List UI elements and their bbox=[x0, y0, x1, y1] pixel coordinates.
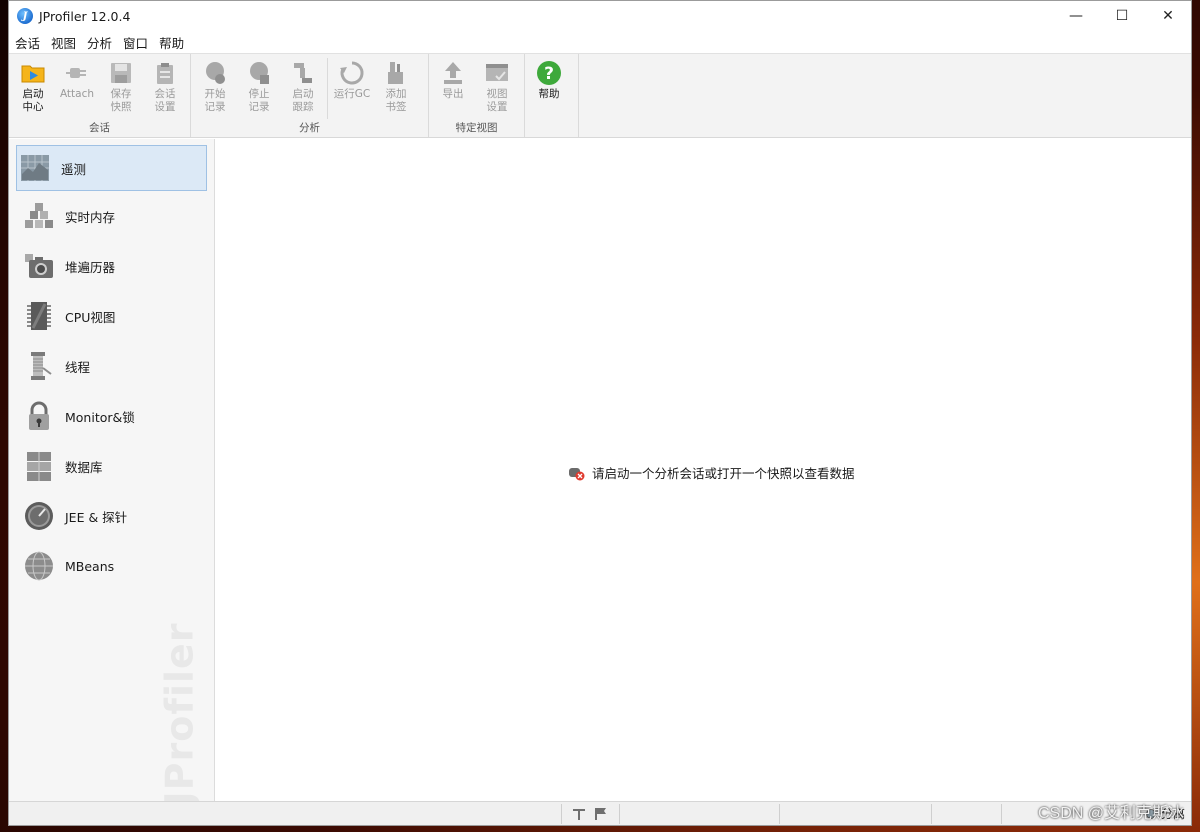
clipboard-settings-icon bbox=[152, 60, 178, 86]
bookmark-icon bbox=[383, 60, 409, 86]
jprofiler-app-icon: J bbox=[17, 8, 33, 24]
heap-walker-icon bbox=[23, 250, 55, 282]
record-start-icon bbox=[202, 60, 228, 86]
toolbar-group-label-view-specific: 特定视图 bbox=[455, 122, 498, 134]
toolbar-divider bbox=[327, 58, 328, 119]
telemetry-icon bbox=[19, 152, 51, 184]
maximize-button[interactable]: ☐ bbox=[1099, 1, 1145, 31]
probe-gauge-icon bbox=[23, 500, 55, 532]
menu-view[interactable]: 视图 bbox=[51, 33, 82, 52]
toolbar-group-view-specific: 导出 视图 设置 特定视图 bbox=[429, 54, 525, 137]
record-stop-icon bbox=[246, 60, 272, 86]
toolbar: 启动 中心 Attach 保存 快照 会话 设置 会话 开始 记录 停止 记录 … bbox=[9, 53, 1191, 138]
tracking-status-icon[interactable] bbox=[571, 806, 587, 822]
menu-session[interactable]: 会话 bbox=[15, 33, 46, 52]
toolbar-group-label-session: 会话 bbox=[89, 122, 110, 134]
status-icons bbox=[571, 806, 609, 822]
main-content-area: 请启动一个分析会话或打开一个快照以查看数据 bbox=[216, 139, 1191, 802]
toolbar-group-help: ? 帮助 bbox=[525, 54, 579, 137]
sidebar-item-threads[interactable]: 线程 bbox=[9, 341, 214, 391]
globe-icon bbox=[23, 550, 55, 582]
minimize-button[interactable]: — bbox=[1053, 1, 1099, 31]
menu-window[interactable]: 窗口 bbox=[123, 33, 154, 52]
close-button[interactable]: ✕ bbox=[1145, 1, 1191, 31]
toolbar-group-session: 启动 中心 Attach 保存 快照 会话 设置 会话 bbox=[9, 54, 191, 137]
lock-icon bbox=[23, 400, 55, 432]
recycle-icon bbox=[339, 60, 365, 86]
toolbar-group-label-profiling: 分析 bbox=[299, 122, 320, 134]
help-button[interactable]: ? 帮助 bbox=[527, 58, 571, 137]
cpu-icon bbox=[23, 300, 55, 332]
app-window: J JProfiler 12.0.4 — ☐ ✕ 会话 视图 分析 窗口 帮助 … bbox=[8, 0, 1192, 826]
sidebar-item-heap-walker[interactable]: 堆遍历器 bbox=[9, 241, 214, 291]
status-bar: 分离 bbox=[9, 801, 1191, 825]
jprofiler-watermark: JProfiler bbox=[157, 622, 201, 802]
sidebar-item-cpu-views[interactable]: CPU视图 bbox=[9, 291, 214, 341]
sidebar-item-mbeans[interactable]: MBeans bbox=[9, 541, 214, 591]
view-selector-sidebar: 遥测 实时内存 堆遍历器 CPU视图 线程 Monitor&锁 数据库 JEE … bbox=[9, 139, 215, 802]
status-separator bbox=[779, 804, 780, 824]
csdn-watermark: CSDN @艾利克斯冰 bbox=[1037, 805, 1184, 822]
sidebar-item-jee-probes[interactable]: JEE & 探针 bbox=[9, 491, 214, 541]
threads-icon bbox=[23, 350, 55, 382]
status-separator bbox=[619, 804, 620, 824]
window-controls: — ☐ ✕ bbox=[1053, 1, 1191, 31]
plug-icon bbox=[64, 60, 90, 86]
window-title: JProfiler 12.0.4 bbox=[39, 8, 131, 24]
status-separator bbox=[931, 804, 932, 824]
sidebar-item-monitors-locks[interactable]: Monitor&锁 bbox=[9, 391, 214, 441]
empty-state-text: 请启动一个分析会话或打开一个快照以查看数据 bbox=[592, 466, 855, 481]
toolbar-group-profiling: 开始 记录 停止 记录 启动 跟踪 运行GC 添加 书签 分析 bbox=[191, 54, 429, 137]
tracking-icon bbox=[290, 60, 316, 86]
save-icon bbox=[108, 60, 134, 86]
sidebar-item-telemetry[interactable]: 遥测 bbox=[16, 145, 207, 191]
sidebar-item-live-memory[interactable]: 实时内存 bbox=[9, 191, 214, 241]
flag-icon[interactable] bbox=[593, 806, 609, 822]
status-separator bbox=[1001, 804, 1002, 824]
database-icon bbox=[23, 450, 55, 482]
menu-bar: 会话 视图 分析 窗口 帮助 bbox=[9, 31, 1191, 53]
svg-text:?: ? bbox=[544, 64, 554, 84]
sidebar-item-databases[interactable]: 数据库 bbox=[9, 441, 214, 491]
menu-profiling[interactable]: 分析 bbox=[87, 33, 118, 52]
live-memory-icon bbox=[23, 200, 55, 232]
view-settings-icon bbox=[484, 60, 510, 86]
empty-state-message: 请启动一个分析会话或打开一个快照以查看数据 bbox=[568, 463, 855, 482]
export-icon bbox=[440, 60, 466, 86]
help-icon: ? bbox=[536, 60, 562, 86]
menu-help[interactable]: 帮助 bbox=[159, 33, 190, 52]
status-separator bbox=[561, 804, 562, 824]
disconnected-icon bbox=[569, 467, 585, 480]
folder-play-icon bbox=[20, 60, 46, 86]
title-bar: J JProfiler 12.0.4 — ☐ ✕ bbox=[9, 1, 1191, 31]
